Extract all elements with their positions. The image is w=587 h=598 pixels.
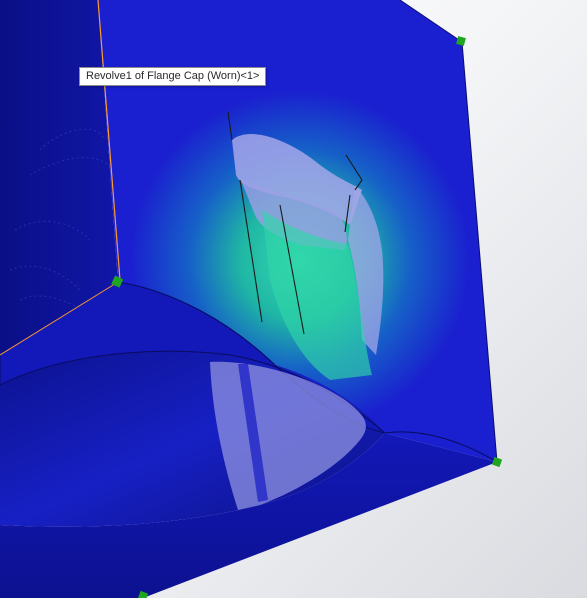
component-tooltip: Revolve1 of Flange Cap (Worn)<1>: [79, 67, 267, 86]
model-scene[interactable]: [0, 0, 587, 598]
model-viewport[interactable]: Revolve1 of Flange Cap (Worn)<1>: [0, 0, 587, 598]
